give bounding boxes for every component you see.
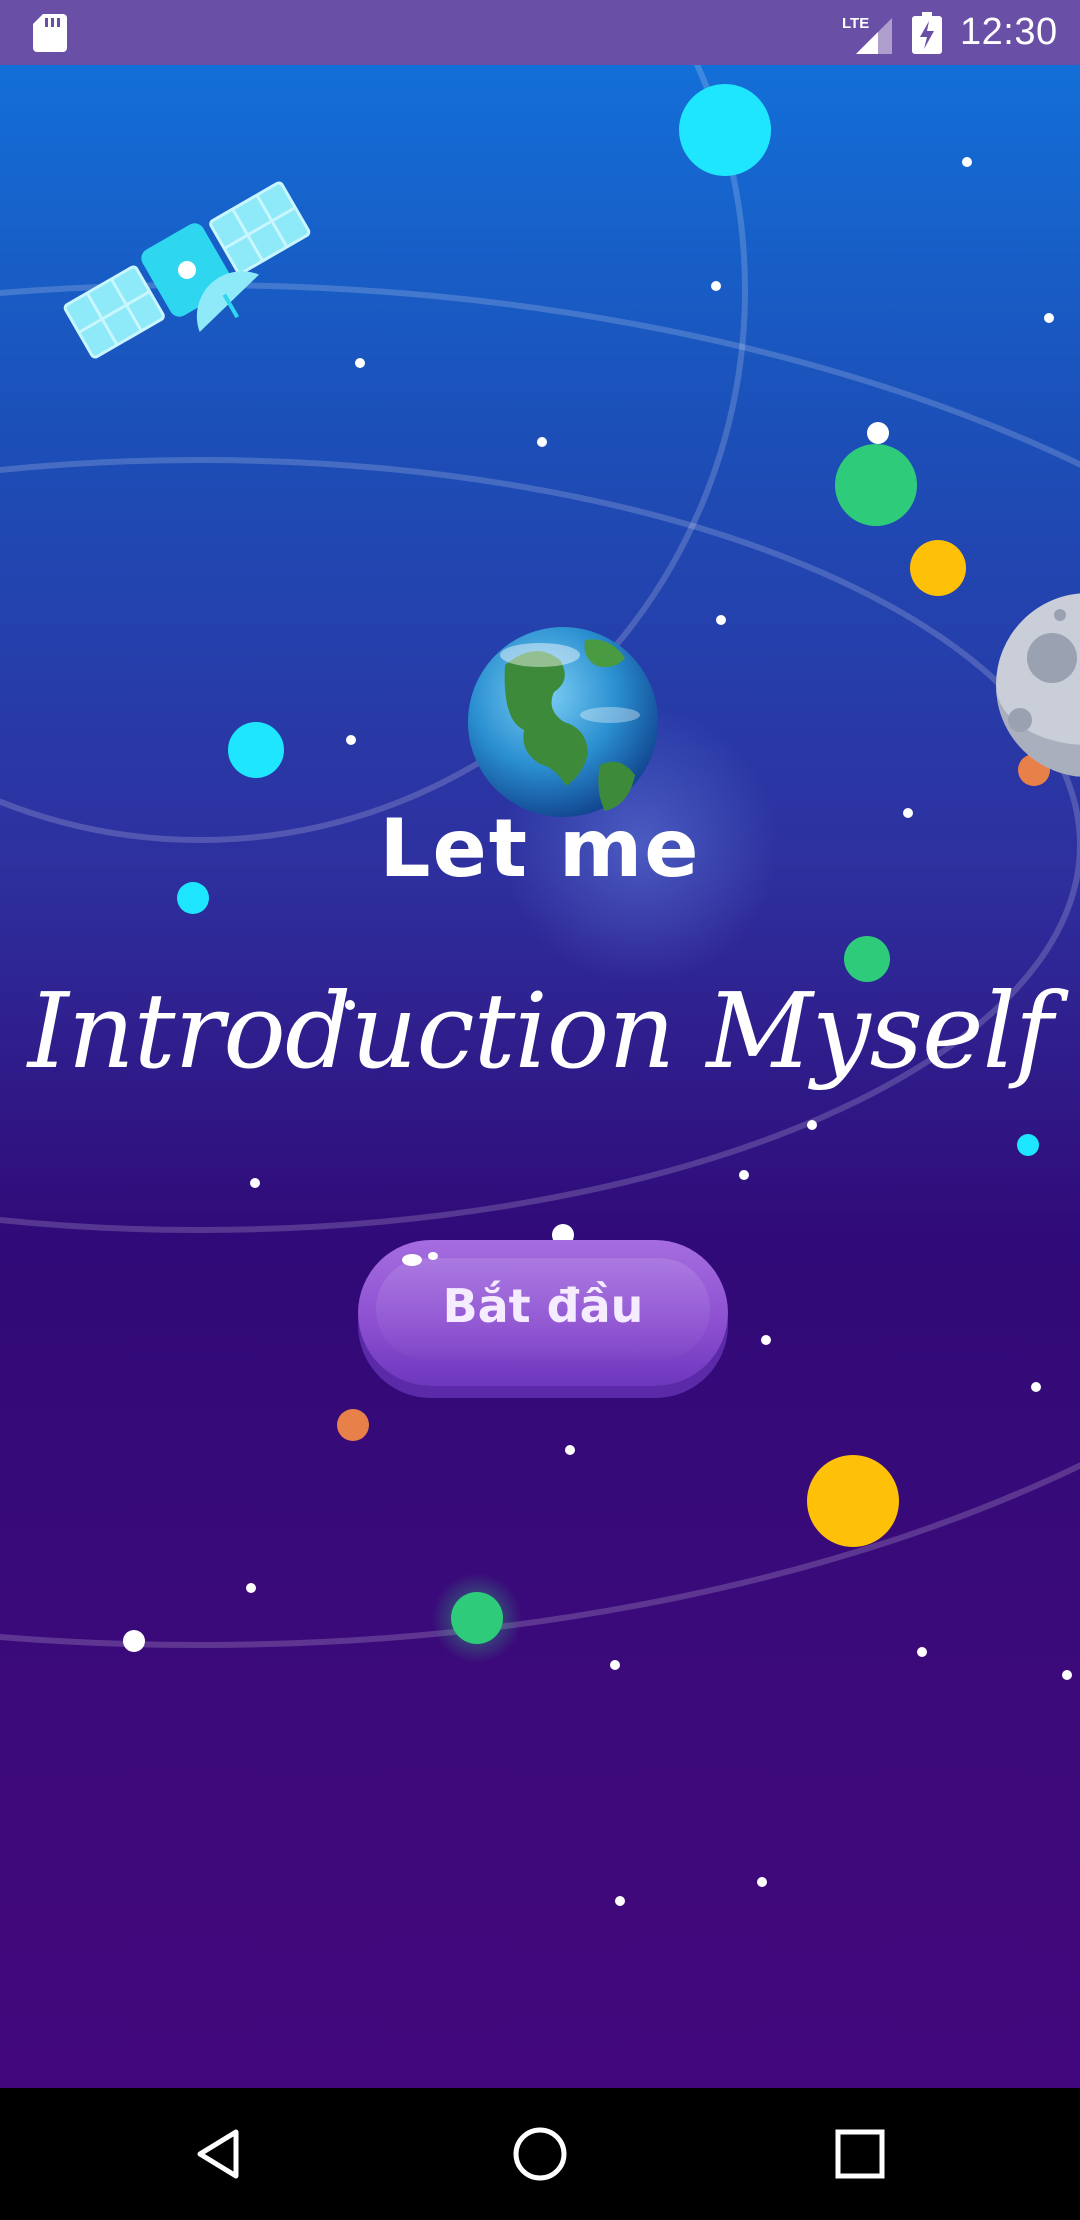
sd-card-icon [33,14,67,52]
cyan-planet-large [679,84,771,176]
satellite-icon [63,181,311,359]
status-clock: 12:30 [960,11,1058,53]
moon-icon [996,593,1080,777]
green-planet [835,444,917,526]
start-button-label: Bắt đầu [442,1279,644,1333]
cyan-planet-medium [228,722,284,778]
cell-signal-icon: LTE [842,15,892,54]
cyan-dot [1017,1134,1039,1156]
status-bar: LTE 12:30 [0,0,1080,65]
earth-icon [468,627,658,817]
battery-charging-icon [912,12,942,54]
start-button[interactable]: Bắt đầu [358,1240,728,1386]
network-type-label: LTE [842,15,869,32]
hero-title-line1: Let me [379,802,701,895]
green-planet-glowing [451,1592,503,1644]
space-background: Let me Introduction Myself Bắt đầu [0,65,1080,2088]
navigation-bar [0,2088,1080,2220]
orange-planet [337,1409,369,1441]
recents-icon[interactable] [830,2124,890,2184]
home-icon[interactable] [510,2124,570,2184]
hero-title-line2: Introduction Myself [27,970,1054,1092]
back-icon[interactable] [190,2124,250,2184]
yellow-planet-small [910,540,966,596]
yellow-planet-large [807,1455,899,1547]
